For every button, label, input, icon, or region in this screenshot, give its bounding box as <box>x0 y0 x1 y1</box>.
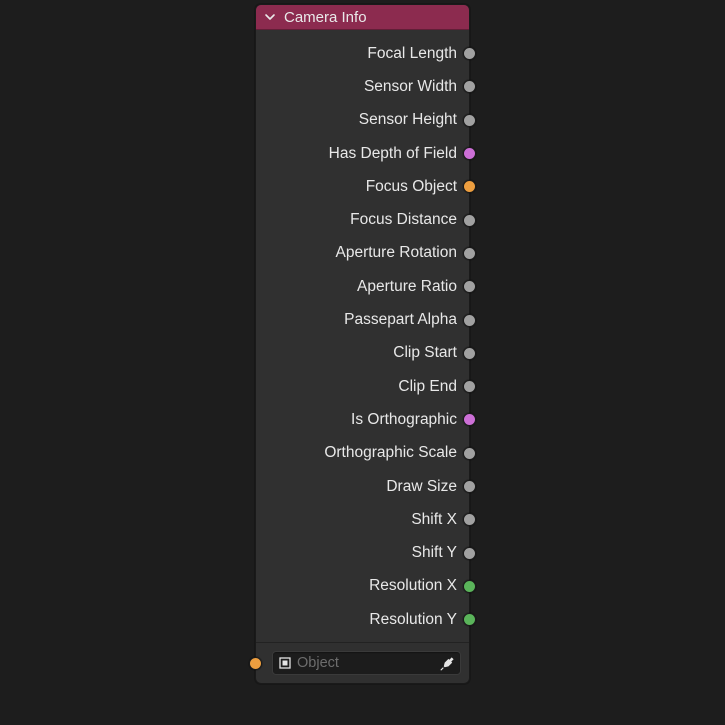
output-label: Clip Start <box>393 344 457 362</box>
outputs-list: Focal Length Sensor Width Sensor Height Has… <box>256 30 469 642</box>
output-row: Orthographic Scale <box>256 437 469 470</box>
output-socket[interactable] <box>463 114 476 127</box>
output-label: Sensor Height <box>359 111 457 129</box>
output-label: Is Orthographic <box>351 411 457 429</box>
output-row: Sensor Width <box>256 70 469 103</box>
output-label: Aperture Ratio <box>357 278 457 296</box>
object-placeholder-text: Object <box>297 655 438 671</box>
output-label: Shift X <box>411 511 457 529</box>
eyedropper-icon[interactable] <box>438 654 456 672</box>
input-socket-object[interactable] <box>249 657 262 670</box>
camera-info-node[interactable]: Camera Info Focal Length Sensor Width Sens… <box>255 4 470 684</box>
output-socket[interactable] <box>463 47 476 60</box>
chevron-down-icon <box>264 11 276 23</box>
output-row: Clip End <box>256 370 469 403</box>
output-row: Has Depth of Field <box>256 137 469 170</box>
output-row: Focal Length <box>256 37 469 70</box>
output-label: Resolution Y <box>369 611 457 629</box>
output-socket[interactable] <box>463 180 476 193</box>
output-label: Aperture Rotation <box>336 244 458 262</box>
output-socket[interactable] <box>463 347 476 360</box>
output-socket[interactable] <box>463 80 476 93</box>
output-row: Aperture Ratio <box>256 270 469 303</box>
output-socket[interactable] <box>463 447 476 460</box>
output-row: Shift X <box>256 503 469 536</box>
output-socket[interactable] <box>463 547 476 560</box>
output-row: Focus Distance <box>256 203 469 236</box>
node-title: Camera Info <box>284 9 367 26</box>
output-label: Passepart Alpha <box>344 311 457 329</box>
output-socket[interactable] <box>463 380 476 393</box>
output-label: Resolution X <box>369 577 457 595</box>
output-socket[interactable] <box>463 613 476 626</box>
object-input-field[interactable]: Object <box>272 651 461 675</box>
output-row: Aperture Rotation <box>256 237 469 270</box>
output-row: Focus Object <box>256 170 469 203</box>
object-datablock-icon <box>277 655 293 671</box>
output-socket[interactable] <box>463 247 476 260</box>
output-row: Resolution Y <box>256 603 469 636</box>
output-row: Shift Y <box>256 536 469 569</box>
output-label: Has Depth of Field <box>329 145 457 163</box>
output-label: Shift Y <box>412 544 457 562</box>
output-label: Sensor Width <box>364 78 457 96</box>
output-row: Resolution X <box>256 570 469 603</box>
output-socket[interactable] <box>463 413 476 426</box>
output-row: Sensor Height <box>256 104 469 137</box>
output-label: Focus Object <box>366 178 457 196</box>
node-header[interactable]: Camera Info <box>256 5 469 30</box>
output-label: Orthographic Scale <box>324 444 457 462</box>
output-socket[interactable] <box>463 280 476 293</box>
output-label: Clip End <box>398 378 457 396</box>
output-row: Is Orthographic <box>256 403 469 436</box>
output-socket[interactable] <box>463 314 476 327</box>
output-row: Clip Start <box>256 337 469 370</box>
output-socket[interactable] <box>463 513 476 526</box>
output-label: Focus Distance <box>350 211 457 229</box>
input-row-object: Object <box>256 642 469 683</box>
output-socket[interactable] <box>463 147 476 160</box>
output-row: Passepart Alpha <box>256 303 469 336</box>
output-label: Focal Length <box>367 45 457 63</box>
output-label: Draw Size <box>386 478 457 496</box>
output-socket[interactable] <box>463 580 476 593</box>
output-socket[interactable] <box>463 214 476 227</box>
output-row: Draw Size <box>256 470 469 503</box>
output-socket[interactable] <box>463 480 476 493</box>
